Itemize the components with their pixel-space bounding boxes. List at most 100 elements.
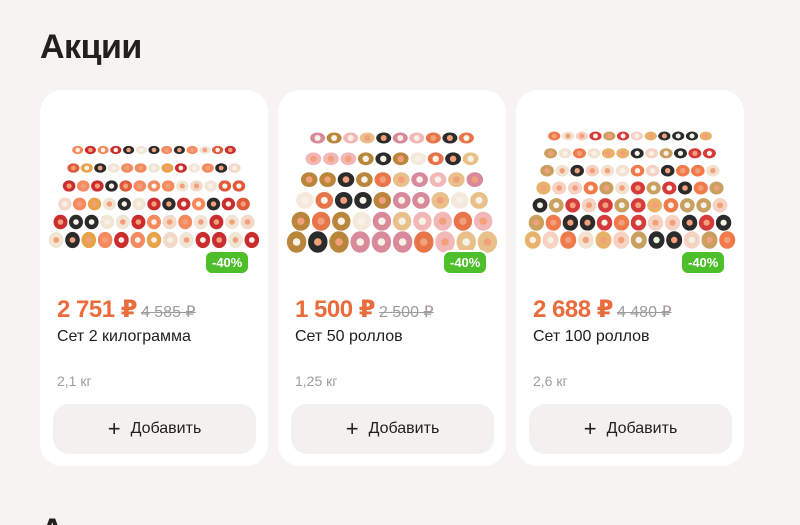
- sushi-roll-center: [556, 185, 562, 191]
- sushi-roll-center: [166, 219, 173, 225]
- sushi-roll-center: [593, 133, 598, 139]
- sushi-roll-center: [574, 168, 580, 174]
- sushi-roll-center: [139, 147, 144, 153]
- sushi-roll-center: [618, 236, 625, 244]
- sushi-roll-center: [335, 238, 343, 246]
- sushi-roll-center: [475, 196, 483, 204]
- sushi-roll-center: [724, 236, 731, 244]
- sushi-roll-center: [178, 165, 184, 171]
- sushi-roll-center: [177, 147, 182, 153]
- product-name[interactable]: Сет 50 роллов: [295, 328, 403, 346]
- sushi-roll-center: [432, 155, 439, 162]
- sushi-roll-center: [213, 219, 220, 225]
- sushi-roll-center: [569, 202, 576, 209]
- sushi-roll-center: [453, 176, 460, 183]
- product-name[interactable]: Сет 2 килограмма: [57, 328, 191, 346]
- sushi-roll-center: [562, 150, 568, 156]
- sushi-roll-center: [200, 237, 206, 243]
- sushi-roll-center: [582, 236, 589, 244]
- sushi-roll-center: [459, 217, 467, 225]
- product-weight: 2,1 кг: [57, 373, 92, 389]
- sushi-roll-center: [106, 201, 113, 207]
- sushi-roll-center: [553, 202, 560, 209]
- sushi-roll-center: [618, 202, 625, 209]
- sushi-roll-center: [347, 135, 354, 141]
- sushi-roll-center: [576, 150, 583, 156]
- sushi-roll-center: [121, 201, 128, 207]
- sushi-roll-center: [75, 147, 80, 153]
- sushi-roll-center: [193, 183, 200, 189]
- sushi-roll-center: [151, 165, 157, 171]
- sushi-roll-center: [66, 183, 72, 189]
- sushi-roll-center: [689, 133, 695, 139]
- sushi-roll-center: [181, 201, 187, 207]
- sushi-roll-center: [324, 176, 331, 183]
- sushi-roll-center: [195, 201, 202, 207]
- plus-icon: +: [583, 416, 597, 441]
- sushi-roll-center: [397, 176, 405, 183]
- sushi-roll-center: [102, 237, 108, 243]
- sushi-roll-center: [430, 135, 437, 141]
- sushi-roll-center: [483, 238, 492, 246]
- sushi-roll-center: [151, 237, 157, 243]
- sushi-roll-center: [548, 150, 554, 156]
- sushi-roll-center: [73, 219, 79, 225]
- price-row: 2 751 ₽ 4 585 ₽: [57, 295, 196, 324]
- sushi-roll-center: [551, 133, 557, 139]
- product-weight: 2,6 кг: [533, 373, 568, 389]
- sushi-roll-center: [317, 217, 325, 225]
- sushi-roll-center: [138, 165, 143, 171]
- product-card[interactable]: -40% 1 500 ₽ 2 500 ₽ Сет 50 роллов 1,25 …: [278, 90, 506, 466]
- sushi-roll-center: [692, 150, 698, 156]
- sushi-roll-center: [208, 183, 214, 189]
- sushi-roll-center: [118, 237, 125, 243]
- sushi-roll-center: [603, 185, 610, 191]
- sushi-roll-center: [327, 155, 335, 162]
- sushi-roll-center: [671, 236, 678, 244]
- discount-badge: -40%: [680, 250, 727, 275]
- sushi-roll-center: [449, 155, 457, 162]
- sushi-roll-center: [69, 237, 76, 243]
- sushi-roll-center: [439, 217, 447, 225]
- sushi-roll-center: [198, 219, 204, 225]
- discount-badge: -40%: [442, 250, 489, 275]
- sushi-roll-center: [587, 185, 594, 191]
- product-card[interactable]: -40% 2 751 ₽ 4 585 ₽ Сет 2 килограмма 2,…: [40, 90, 268, 466]
- sushi-roll-center: [416, 176, 423, 183]
- sushi-roll-center: [462, 238, 470, 246]
- sushi-roll-center: [364, 135, 371, 141]
- add-to-cart-button[interactable]: + Добавить: [53, 404, 256, 454]
- sushi-roll-center: [320, 196, 328, 204]
- add-to-cart-button[interactable]: + Добавить: [529, 404, 732, 454]
- sushi-roll-center: [236, 183, 242, 189]
- sushi-roll-center: [706, 236, 713, 244]
- add-to-cart-button[interactable]: + Добавить: [291, 404, 494, 454]
- sushi-roll-center: [340, 196, 348, 204]
- sushi-roll-center: [91, 201, 98, 207]
- sushi-roll-center: [547, 236, 554, 244]
- sushi-roll-center: [120, 219, 126, 225]
- sushi-roll-center: [305, 176, 313, 183]
- sushi-roll-center: [331, 135, 338, 141]
- product-card[interactable]: -40% 2 688 ₽ 4 480 ₽ Сет 100 роллов 2,6 …: [516, 90, 744, 466]
- sushi-roll-center: [232, 237, 239, 243]
- sushi-roll-center: [584, 219, 591, 226]
- sushi-roll-center: [71, 165, 76, 171]
- sushi-roll-center: [635, 219, 642, 226]
- sushi-roll-center: [191, 165, 197, 171]
- sushi-roll-center: [653, 236, 660, 244]
- sushi-roll-center: [686, 219, 693, 226]
- sushi-roll-center: [202, 147, 208, 153]
- sushi-roll-center: [720, 219, 727, 226]
- sushi-roll-center: [248, 237, 255, 243]
- product-name[interactable]: Сет 100 роллов: [533, 328, 650, 346]
- sushi-roll-center: [167, 237, 174, 243]
- sushi-roll-center: [356, 238, 364, 246]
- sushi-roll-center: [297, 217, 305, 225]
- sushi-roll-center: [137, 183, 143, 189]
- product-weight: 1,25 кг: [295, 373, 338, 389]
- sushi-roll-center: [698, 185, 704, 191]
- sushi-roll-center: [216, 237, 223, 243]
- sushi-roll-center: [415, 155, 422, 162]
- sushi-roll-center: [591, 150, 597, 156]
